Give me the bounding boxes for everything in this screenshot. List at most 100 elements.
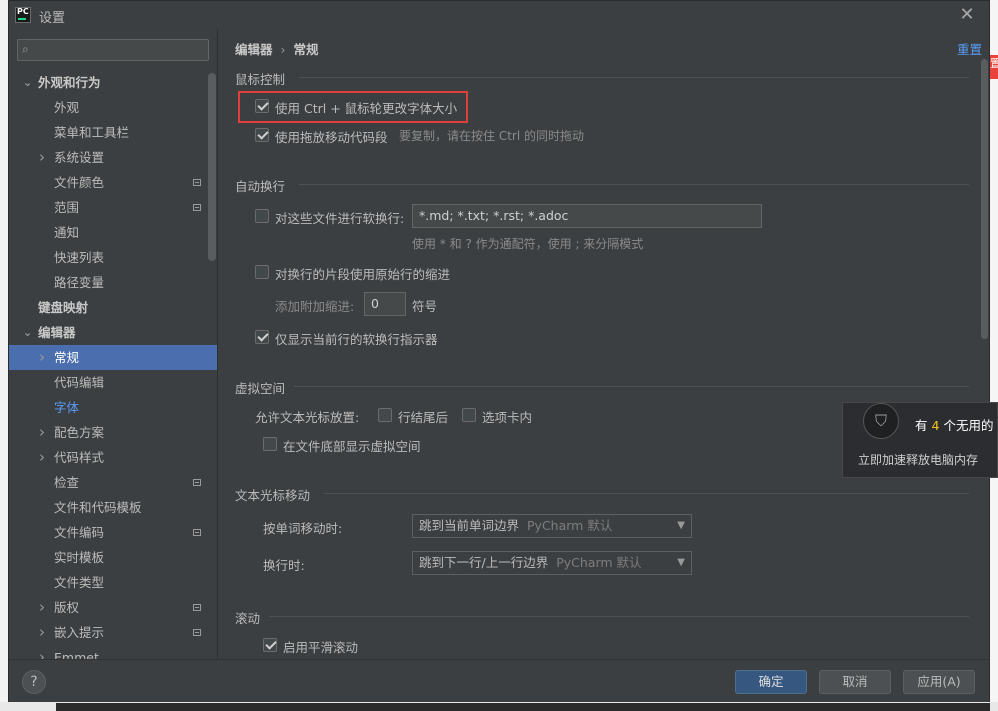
section-title-caret: 文本光标移动	[235, 488, 311, 503]
shield-icon: ⛉	[863, 403, 899, 439]
settings-search[interactable]: ⌕	[17, 39, 209, 61]
sidebar-item[interactable]: 检查	[9, 470, 217, 495]
chevron-down-icon[interactable]: ⌄	[23, 320, 35, 345]
sidebar-item[interactable]: 通知	[9, 220, 217, 245]
sidebar-item-label: 文件类型	[54, 575, 105, 590]
ok-button[interactable]: 确定	[735, 670, 807, 694]
chevron-right-icon[interactable]: ›	[39, 595, 51, 620]
project-scope-icon	[193, 629, 201, 636]
sidebar-item[interactable]: › Emmet	[9, 645, 217, 659]
inside-tabs-checkbox[interactable]	[462, 408, 476, 422]
chevron-right-icon[interactable]: ›	[39, 620, 51, 645]
original-indent-label: 对换行的片段使用原始行的缩进	[275, 267, 451, 282]
sidebar-item[interactable]: 快速列表	[9, 245, 217, 270]
project-scope-icon	[193, 179, 201, 186]
sidebar-item[interactable]: 代码编辑	[9, 370, 217, 395]
pycharm-app-icon: PC	[15, 7, 31, 23]
close-icon[interactable]: ✕	[957, 5, 977, 25]
popup-subtext: 立即加速释放电脑内存	[858, 453, 979, 467]
after-line-end-checkbox[interactable]	[378, 408, 392, 422]
word-move-dropdown[interactable]: 跳到当前单词边界 PyCharm 默认 ▼	[412, 514, 692, 538]
wrap-indicator-label: 仅显示当前行的软换行指示器	[275, 332, 438, 347]
sidebar-item[interactable]: ⌄ 编辑器	[9, 320, 217, 345]
sidebar-item[interactable]: › 常规	[9, 345, 217, 370]
sidebar-item[interactable]: 范围	[9, 195, 217, 220]
extra-indent-input[interactable]: 0	[364, 292, 406, 316]
section-divider	[299, 184, 969, 185]
sidebar-item[interactable]: 菜单和工具栏	[9, 120, 217, 145]
sidebar-scrollbar[interactable]	[208, 73, 216, 261]
sidebar-item[interactable]: 路径变量	[9, 270, 217, 295]
sidebar-item[interactable]: 键盘映射	[9, 295, 217, 320]
chevron-right-icon[interactable]: ›	[39, 445, 51, 470]
softwrap-files-checkbox[interactable]	[255, 209, 269, 223]
reset-link[interactable]: 重置	[957, 39, 982, 58]
chevron-right-icon[interactable]: ›	[39, 420, 51, 445]
sidebar-item[interactable]: › 代码样式	[9, 445, 217, 470]
softwrap-files-input[interactable]: *.md; *.txt; *.rst; *.adoc	[412, 204, 762, 228]
original-indent-checkbox[interactable]	[255, 265, 269, 279]
section-divider	[294, 386, 969, 387]
dialog-footer: ? 确定 取消 应用(A)	[9, 659, 989, 702]
smooth-scroll-checkbox[interactable]	[263, 638, 277, 652]
sidebar-item[interactable]: 文件类型	[9, 570, 217, 595]
drag-drop-checkbox[interactable]	[255, 128, 269, 142]
system-notification-popup[interactable]: ⛉ 有 4 个无用的 立即加速释放电脑内存	[842, 402, 998, 478]
breadcrumb-separator: ›	[280, 42, 286, 57]
chevron-right-icon[interactable]: ›	[39, 145, 51, 170]
chevron-right-icon[interactable]: ›	[39, 345, 51, 370]
line-move-dropdown[interactable]: 跳到下一行/上一行边界 PyCharm 默认 ▼	[412, 551, 692, 575]
wrap-indicator-checkbox[interactable]	[255, 330, 269, 344]
sidebar-item-label: 范围	[54, 200, 80, 215]
sidebar-item[interactable]: 文件和代码模板	[9, 495, 217, 520]
settings-content: 编辑器 › 常规 重置 鼠标控制 使用 Ctrl + 鼠标轮更改字体大小 使用拖放移…	[219, 29, 989, 659]
extra-indent-label: 添加附加缩进:	[275, 299, 355, 314]
highlight-annotation	[238, 91, 468, 123]
sidebar-item-label: Emmet	[54, 650, 99, 659]
sidebar-item-label: 实时模板	[54, 550, 105, 565]
virtual-bottom-label: 在文件底部显示虚拟空间	[283, 439, 421, 454]
sidebar-item-label: 编辑器	[38, 325, 76, 340]
drag-drop-hint: 要复制，请在按住 Ctrl 的同时拖动	[399, 129, 584, 143]
apply-button[interactable]: 应用(A)	[903, 670, 975, 694]
search-input[interactable]	[40, 41, 205, 59]
sidebar-item[interactable]: › 系统设置	[9, 145, 217, 170]
sidebar-item[interactable]: 实时模板	[9, 545, 217, 570]
word-move-default: PyCharm 默认	[527, 518, 613, 533]
chevron-down-icon: ▼	[677, 520, 685, 531]
search-icon: ⌕	[22, 42, 29, 56]
sidebar-item-label: 文件编码	[54, 525, 105, 540]
sidebar-item[interactable]: ⌄ 外观和行为	[9, 70, 217, 95]
chevron-down-icon: ▼	[677, 557, 685, 568]
sidebar-item[interactable]: › 嵌入提示	[9, 620, 217, 645]
sidebar-item[interactable]: 文件颜色	[9, 170, 217, 195]
smooth-scroll-label: 启用平滑滚动	[283, 640, 359, 655]
sidebar-item-label: 文件和代码模板	[54, 500, 142, 515]
line-move-value: 跳到下一行/上一行边界	[419, 555, 549, 570]
sidebar-item-label: 版权	[54, 600, 80, 615]
sidebar-item[interactable]: › 配色方案	[9, 420, 217, 445]
section-divider	[299, 77, 969, 78]
cancel-button[interactable]: 取消	[819, 670, 891, 694]
sidebar-item[interactable]: 字体	[9, 395, 217, 420]
breadcrumb-parent[interactable]: 编辑器	[235, 42, 273, 57]
popup-count: 4	[931, 418, 940, 433]
sidebar-item-label: 文件颜色	[54, 175, 105, 190]
sidebar-item-label: 通知	[54, 225, 80, 240]
background-red-tab: 置	[990, 55, 998, 79]
sidebar-item[interactable]: 外观	[9, 95, 217, 120]
sidebar-item-label: 常规	[54, 350, 80, 365]
help-button[interactable]: ?	[22, 670, 46, 694]
project-scope-icon	[193, 204, 201, 211]
chevron-down-icon[interactable]: ⌄	[23, 70, 35, 95]
section-title-softwrap: 自动换行	[235, 179, 286, 194]
chevron-right-icon[interactable]: ›	[39, 645, 51, 659]
breadcrumb-current: 常规	[293, 42, 319, 57]
sidebar-item-label: 键盘映射	[38, 300, 89, 315]
sidebar-item[interactable]: › 版权	[9, 595, 217, 620]
sidebar-item-label: 路径变量	[54, 275, 105, 290]
virtual-bottom-checkbox[interactable]	[263, 437, 277, 451]
content-scrollbar[interactable]	[981, 59, 988, 339]
title-bar: PC 设置 ✕	[9, 1, 989, 29]
sidebar-item[interactable]: 文件编码	[9, 520, 217, 545]
